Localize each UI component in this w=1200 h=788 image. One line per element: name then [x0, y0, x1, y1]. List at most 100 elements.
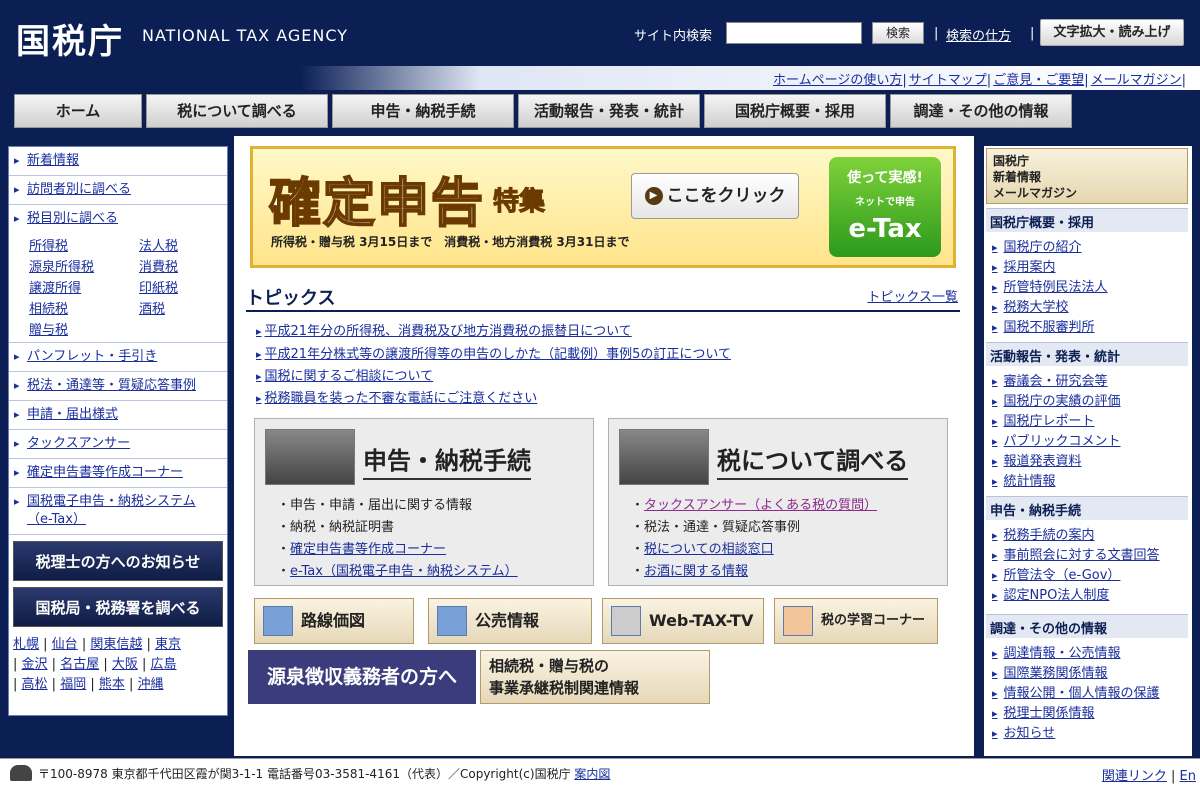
city-link[interactable]: 沖縄 — [138, 677, 164, 692]
right-link[interactable]: 国税庁レポート — [992, 410, 1095, 429]
mail-magazine-banner[interactable]: 国税庁 新着情報 メールマガジン — [986, 148, 1188, 204]
webtaxtv-button[interactable]: Web-TAX-TV — [602, 598, 764, 644]
left-item[interactable]: 税目別に調べる — [9, 205, 227, 233]
text-zoom-readaloud-button[interactable]: 文字拡大・読み上げ — [1040, 19, 1184, 46]
tax-accountant-button[interactable]: 税理士の方へのお知らせ — [13, 541, 223, 581]
util-link-mailmagazine[interactable]: メールマガジン — [1091, 73, 1182, 88]
footer-related-link[interactable]: 関連リンク — [1102, 769, 1167, 784]
left-item[interactable]: 申請・届出様式 — [9, 401, 227, 430]
city-link[interactable]: 福岡 — [60, 677, 86, 692]
topic-link[interactable]: 国税に関するご相談について — [256, 365, 434, 384]
left-link-bytax[interactable]: 税目別に調べる — [27, 211, 118, 226]
tax-link[interactable]: 法人税 — [139, 235, 229, 254]
right-link[interactable]: 国税庁の紹介 — [992, 236, 1082, 255]
kakutei-shinkoku-banner[interactable]: 確定申告 特集 所得税・贈与税 3月15日まで 消費税・地方消費税 3月31日ま… — [250, 146, 956, 268]
left-link-filing-corner[interactable]: 確定申告書等作成コーナー — [27, 465, 183, 480]
city-link[interactable]: 東京 — [155, 637, 181, 652]
right-link[interactable]: 所管法令（e-Gov） — [992, 564, 1121, 583]
topic-link[interactable]: 平成21年分株式等の譲渡所得等の申告のしかた（記載例）事例5の訂正について — [256, 343, 731, 362]
right-link[interactable]: お知らせ — [992, 722, 1056, 741]
right-link[interactable]: 事前照会に対する文書回答 — [992, 544, 1160, 563]
topics-all-link[interactable]: トピックス一覧 — [867, 286, 958, 305]
footer-map-link[interactable]: 案内図 — [574, 767, 610, 781]
right-link[interactable]: 認定NPO法人制度 — [992, 584, 1110, 603]
right-link[interactable]: パブリックコメント — [992, 430, 1121, 449]
right-link[interactable]: 所管特例民法法人 — [992, 276, 1108, 295]
card-item[interactable]: ・タックスアンサー（よくある税の質問） — [631, 495, 877, 517]
topic-link[interactable]: 税務職員を装った不審な電話にご注意ください — [256, 387, 538, 406]
site-logo[interactable]: 国税庁 — [16, 14, 124, 63]
left-item[interactable]: 新着情報 — [9, 147, 227, 176]
nav-overview[interactable]: 国税庁概要・採用 — [704, 94, 886, 128]
util-link-sitemap[interactable]: サイトマップ — [909, 73, 987, 88]
card-item[interactable]: ・お酒に関する情報 — [631, 561, 877, 583]
footer-english-link[interactable]: En — [1180, 769, 1196, 784]
right-link[interactable]: 国税庁の実績の評価 — [992, 390, 1121, 409]
tax-link[interactable]: 贈与税 — [29, 319, 139, 338]
city-link[interactable]: 関東信越 — [90, 637, 142, 652]
tax-link[interactable]: 酒税 — [139, 298, 229, 317]
banner-click-button[interactable]: ▶ ここをクリック — [631, 173, 799, 219]
card-title[interactable]: 税について調べる — [717, 441, 909, 480]
left-link-news[interactable]: 新着情報 — [27, 153, 79, 168]
left-link-law[interactable]: 税法・通達等・質疑応答事例 — [27, 378, 196, 393]
left-link-etax[interactable]: 国税電子申告・納税システム（e-Tax） — [27, 494, 196, 527]
card-title[interactable]: 申告・納税手続 — [363, 441, 531, 480]
tax-link[interactable]: 源泉所得税 — [29, 256, 139, 275]
right-link[interactable]: 税務大学校 — [992, 296, 1069, 315]
tax-link[interactable]: 相続税 — [29, 298, 139, 317]
left-item[interactable]: 訪問者別に調べる — [9, 176, 227, 205]
card-item[interactable]: ・税についての相談窓口 — [631, 539, 877, 561]
tax-link[interactable]: 譲渡所得 — [29, 277, 139, 296]
right-link[interactable]: 税務手続の案内 — [992, 524, 1095, 543]
bureau-search-button[interactable]: 国税局・税務署を調べる — [13, 587, 223, 627]
city-link[interactable]: 広島 — [151, 657, 177, 672]
withholding-banner[interactable]: 源泉徴収義務者の方へ — [248, 650, 476, 704]
city-link[interactable]: 金沢 — [22, 657, 48, 672]
koubai-button[interactable]: 公売情報 — [428, 598, 592, 644]
right-link[interactable]: 情報公開・個人情報の保護 — [992, 682, 1160, 701]
city-link[interactable]: 仙台 — [52, 637, 78, 652]
left-item[interactable]: 国税電子申告・納税システム（e-Tax） — [9, 488, 227, 535]
card-item[interactable]: ・確定申告書等作成コーナー — [277, 539, 518, 561]
search-input[interactable] — [726, 22, 862, 44]
search-button[interactable]: 検索 — [872, 22, 924, 44]
right-link[interactable]: 税理士関係情報 — [992, 702, 1095, 721]
nav-reports[interactable]: 活動報告・発表・統計 — [518, 94, 700, 128]
right-link[interactable]: 採用案内 — [992, 256, 1056, 275]
left-link-visitor[interactable]: 訪問者別に調べる — [27, 182, 131, 197]
search-howto-link[interactable]: 検索の仕方 — [946, 25, 1011, 44]
left-link-pamphlet[interactable]: パンフレット・手引き — [27, 349, 157, 364]
city-link[interactable]: 高松 — [22, 677, 48, 692]
tax-link[interactable]: 印紙税 — [139, 277, 229, 296]
topic-link[interactable]: 平成21年分の所得税、消費税及び地方消費税の振替日について — [256, 320, 632, 339]
tax-link[interactable]: 所得税 — [29, 235, 139, 254]
right-link[interactable]: 国税不服審判所 — [992, 316, 1095, 335]
left-link-forms[interactable]: 申請・届出様式 — [27, 407, 118, 422]
left-item[interactable]: 確定申告書等作成コーナー — [9, 459, 227, 488]
card-item[interactable]: ・e-Tax（国税電子申告・納税システム） — [277, 561, 518, 583]
nav-procurement[interactable]: 調達・その他の情報 — [890, 94, 1072, 128]
city-link[interactable]: 札幌 — [13, 637, 39, 652]
util-link-howto[interactable]: ホームページの使い方 — [773, 73, 902, 88]
left-item[interactable]: タックスアンサー — [9, 430, 227, 459]
inheritance-banner[interactable]: 相続税・贈与税の 事業承継税制関連情報 — [480, 650, 710, 704]
city-link[interactable]: 名古屋 — [60, 657, 99, 672]
etax-badge[interactable]: 使って実感! ネットで申告 e-Tax — [829, 157, 941, 257]
right-link[interactable]: 国際業務関係情報 — [992, 662, 1108, 681]
rosenka-button[interactable]: 路線価図 — [254, 598, 414, 644]
right-link[interactable]: 統計情報 — [992, 470, 1056, 489]
nav-home[interactable]: ホーム — [14, 94, 142, 128]
left-item[interactable]: 税法・通達等・質疑応答事例 — [9, 372, 227, 401]
tax-learning-button[interactable]: 税の学習コーナー — [774, 598, 938, 644]
nav-tax-research[interactable]: 税について調べる — [146, 94, 328, 128]
left-item[interactable]: パンフレット・手引き — [9, 343, 227, 372]
util-link-feedback[interactable]: ご意見・ご要望 — [993, 73, 1084, 88]
right-link[interactable]: 審議会・研究会等 — [992, 370, 1108, 389]
city-link[interactable]: 熊本 — [99, 677, 125, 692]
left-link-taxanswer[interactable]: タックスアンサー — [27, 436, 130, 451]
nav-filing[interactable]: 申告・納税手続 — [332, 94, 514, 128]
right-link[interactable]: 報道発表資料 — [992, 450, 1082, 469]
right-link[interactable]: 調達情報・公売情報 — [992, 642, 1121, 661]
city-link[interactable]: 大阪 — [112, 657, 138, 672]
